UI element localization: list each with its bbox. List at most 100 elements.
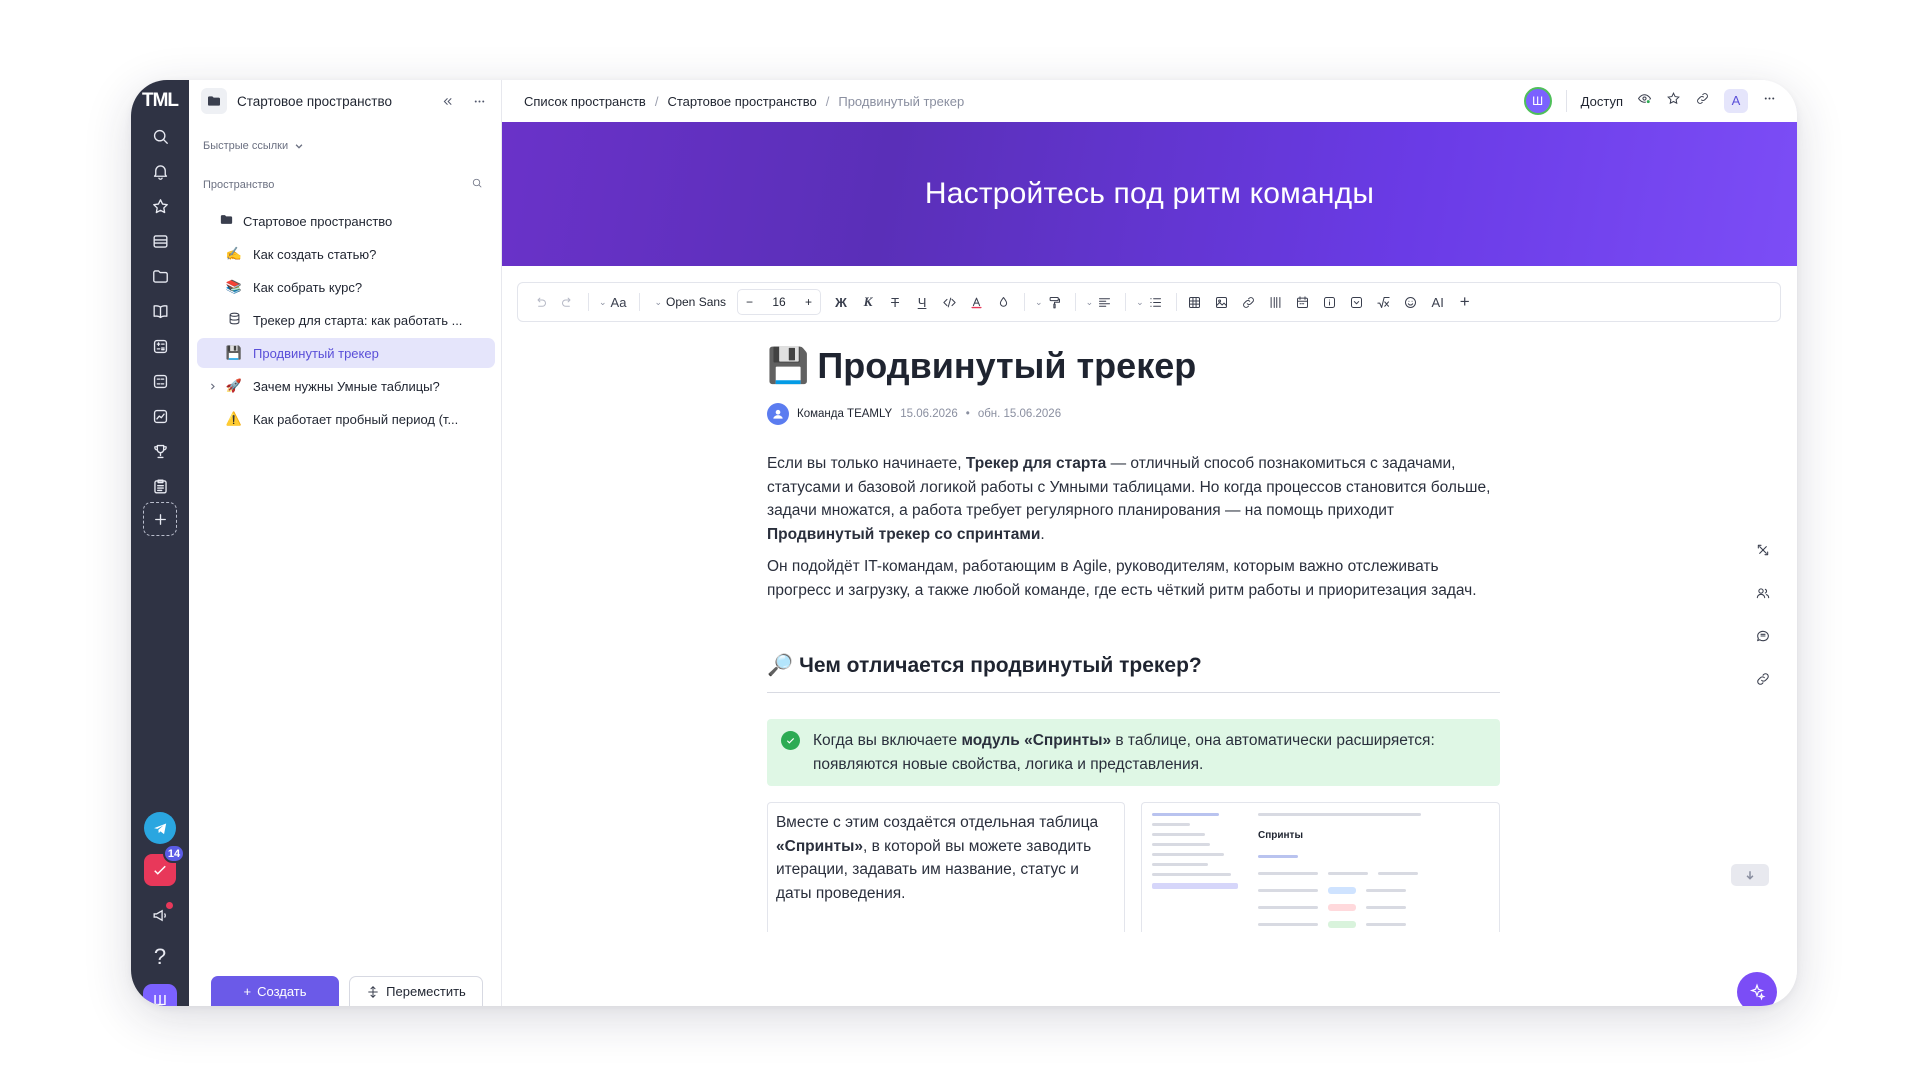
strikethrough-button[interactable]: Т — [883, 288, 907, 316]
add-block-button[interactable]: + — [1453, 288, 1477, 316]
collapse-sidebar-icon[interactable] — [435, 89, 459, 113]
star-icon[interactable] — [1666, 91, 1681, 111]
undo-icon[interactable] — [528, 288, 552, 316]
ai-tool-button[interactable]: AI — [1426, 288, 1450, 316]
toggle-block-icon[interactable] — [1345, 288, 1369, 316]
bold-text: «Спринты» — [776, 837, 863, 855]
breadcrumb-item[interactable]: Стартовое пространство — [667, 94, 816, 109]
app-logo[interactable]: TML — [135, 90, 185, 112]
space-title[interactable]: Стартовое пространство — [237, 94, 427, 109]
increase-size-button[interactable]: + — [805, 295, 812, 309]
page-title-text[interactable]: Продвинутый трекер — [817, 345, 1196, 387]
tree-item-starter-tracker[interactable]: Трекер для старта: как работать ... — [197, 305, 495, 335]
table-icon[interactable] — [1183, 288, 1207, 316]
quick-links-toggle[interactable]: Быстрые ссылки — [203, 140, 304, 152]
paragraph[interactable]: Он подойдёт IT-командам, работающим в Ag… — [767, 555, 1500, 602]
breadcrumb-separator: / — [825, 93, 830, 109]
emoji-icon[interactable] — [1399, 288, 1423, 316]
bell-icon[interactable] — [146, 157, 174, 185]
chart-icon[interactable] — [146, 402, 174, 430]
info-icon[interactable] — [1318, 288, 1342, 316]
users-icon[interactable] — [1755, 585, 1771, 606]
column-text[interactable]: Вместе с этим создаётся отдельная таблиц… — [767, 802, 1125, 932]
watch-icon[interactable] — [1637, 91, 1652, 111]
author-name[interactable]: Команда TEAMLY — [797, 408, 892, 420]
underline-button[interactable]: Ч — [910, 288, 934, 316]
decrease-size-button[interactable]: − — [746, 295, 753, 309]
move-button[interactable]: Переместить — [349, 976, 483, 1006]
code-icon[interactable] — [937, 288, 961, 316]
chevron-down-icon: ⌄ — [1136, 296, 1144, 307]
preview-main: Спринты — [1258, 813, 1491, 928]
user-avatar[interactable]: Ш — [143, 984, 177, 1006]
scroll-down-button[interactable] — [1731, 864, 1769, 886]
updated-date: обн. 15.06.2026 — [977, 408, 1062, 420]
telegram-icon[interactable] — [144, 812, 176, 844]
breadcrumb-item[interactable]: Список пространств — [524, 94, 646, 109]
image-icon[interactable] — [1210, 288, 1234, 316]
font-family-dropdown[interactable]: ⌄ Open Sans — [646, 288, 734, 316]
access-button[interactable]: Доступ — [1581, 94, 1623, 109]
tree-item-create-article[interactable]: ✍️ Как создать статью? — [197, 239, 495, 269]
bold-button[interactable]: Ж — [829, 288, 853, 316]
tree-item-trial-period[interactable]: ⚠️ Как работает пробный период (т... — [197, 404, 495, 434]
link-icon[interactable] — [1237, 288, 1261, 316]
grid-icon[interactable] — [146, 367, 174, 395]
tree-item-smart-tables[interactable]: 🚀 Зачем нужны Умные таблицы? — [197, 371, 495, 401]
link-icon[interactable] — [1695, 91, 1710, 111]
collapse-panel-icon[interactable] — [1755, 542, 1771, 563]
list-icon[interactable]: ⌄ — [1132, 288, 1167, 316]
section-heading[interactable]: 🔎 Чем отличается продвинутый трекер? — [767, 654, 1500, 693]
rocket-emoji-icon: 🚀 — [225, 378, 243, 393]
search-icon[interactable] — [146, 122, 174, 150]
document-body: 💾 Продвинутый трекер Команда TEAMLY 15.0… — [767, 340, 1500, 932]
comment-icon[interactable] — [1755, 628, 1771, 649]
book-icon[interactable] — [146, 297, 174, 325]
tree-item-build-course[interactable]: 📚 Как собрать курс? — [197, 272, 495, 302]
font-size-value[interactable]: 16 — [772, 295, 785, 309]
star-icon[interactable] — [146, 192, 174, 220]
format-painter-icon[interactable]: ⌄ — [1031, 288, 1066, 316]
tree-item-space-root[interactable]: Стартовое пространство — [197, 206, 495, 236]
italic-button[interactable]: К — [856, 288, 880, 316]
user-avatar[interactable]: Ш — [1523, 87, 1552, 115]
search-icon[interactable] — [471, 176, 487, 192]
archive-icon[interactable] — [146, 227, 174, 255]
trophy-icon[interactable] — [146, 437, 174, 465]
text-color-icon[interactable] — [964, 288, 988, 316]
font-size-stepper[interactable]: − 16 + — [737, 289, 822, 315]
screenshot-preview[interactable]: Спринты — [1141, 802, 1500, 932]
text-style-dropdown[interactable]: ⌄ Aa — [595, 288, 630, 316]
ai-assistant-button[interactable]: A — [1724, 89, 1748, 113]
floppy-emoji-icon[interactable]: 💾 — [767, 346, 809, 386]
columns-icon[interactable] — [1264, 288, 1288, 316]
redo-icon[interactable] — [555, 288, 579, 316]
help-button[interactable]: ? — [147, 944, 173, 970]
callout-block[interactable]: Когда вы включаете модуль «Спринты» в та… — [767, 719, 1500, 786]
ai-sparkle-button[interactable] — [1737, 972, 1777, 1006]
author-avatar[interactable] — [767, 403, 789, 425]
highlight-icon[interactable] — [991, 288, 1015, 316]
chevron-down-icon: ⌄ — [599, 296, 607, 307]
calendar-icon[interactable] — [1291, 288, 1315, 316]
align-icon[interactable]: ⌄ — [1082, 288, 1117, 316]
link-icon[interactable] — [1755, 671, 1771, 692]
clipboard-icon[interactable] — [146, 472, 174, 500]
paragraph[interactable]: Если вы только начинаете, Трекер для ста… — [767, 452, 1500, 546]
folder-icon[interactable] — [146, 262, 174, 290]
section-heading-text: Чем отличается продвинутый трекер? — [799, 654, 1202, 677]
calculator-icon[interactable] — [146, 332, 174, 360]
more-icon[interactable] — [467, 89, 491, 113]
create-button[interactable]: + Создать — [211, 976, 339, 1006]
page-title[interactable]: 💾 Продвинутый трекер — [767, 340, 1500, 392]
divider — [639, 293, 641, 311]
more-icon[interactable] — [1762, 91, 1777, 111]
chevron-right-icon[interactable] — [205, 379, 219, 393]
page-meta: Команда TEAMLY 15.06.2026 • обн. 15.06.2… — [767, 402, 1500, 426]
formula-icon[interactable] — [1372, 288, 1396, 316]
megaphone-icon[interactable] — [147, 902, 173, 928]
add-app-button[interactable] — [143, 502, 177, 536]
cover-title: Настройтесь под ритм команды — [924, 177, 1375, 210]
tree-item-advanced-tracker[interactable]: 💾 Продвинутый трекер — [197, 338, 495, 368]
